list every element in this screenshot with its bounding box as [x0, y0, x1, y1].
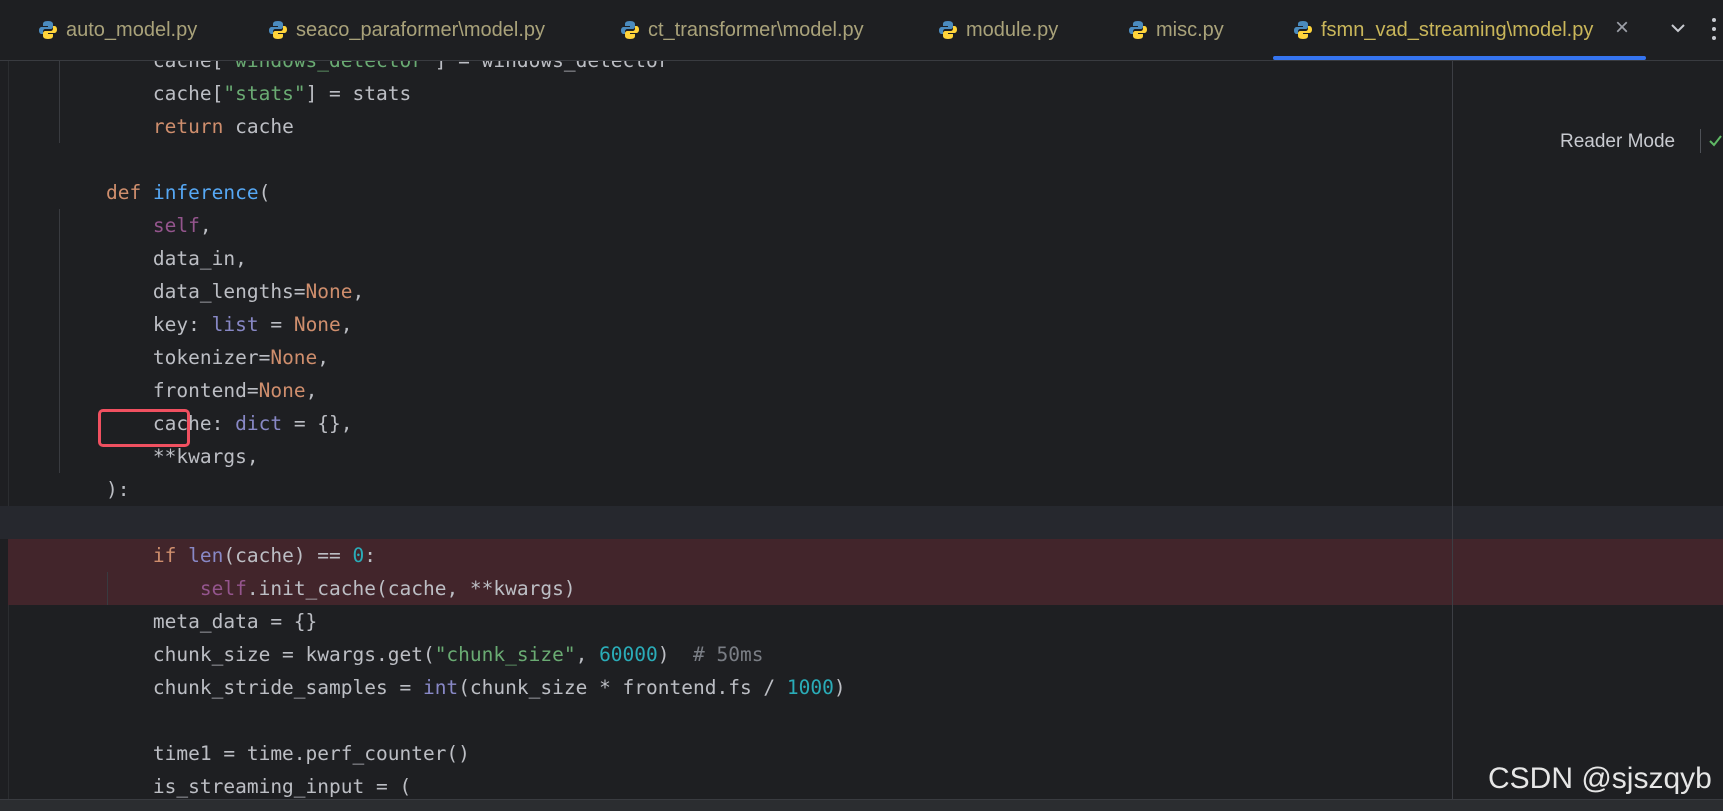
python-file-icon: [1294, 21, 1312, 39]
tab-label: auto_model.py: [66, 18, 198, 41]
tab-ct-transformer-model[interactable]: ct_transformer\model.py: [620, 0, 864, 60]
code-line: chunk_size = kwargs.get("chunk_size", 60…: [59, 643, 764, 666]
tab-seaco-paraformer-model[interactable]: seaco_paraformer\model.py: [268, 0, 545, 60]
code-line: self,: [152, 214, 212, 237]
indent-guide: [107, 572, 108, 605]
indent-guide: [59, 61, 60, 143]
tab-auto-model[interactable]: auto_model.py: [38, 0, 197, 60]
code-line: data_in,: [59, 247, 247, 270]
caret-line: [0, 506, 1723, 539]
code-line: **kwargs,: [59, 445, 259, 468]
watermark: CSDN @sjszqyb: [1488, 762, 1712, 795]
code-line: cache["stats"] = stats: [59, 82, 412, 105]
code-line: time1 = time.perf_counter(): [59, 742, 470, 765]
tab-label: seaco_paraformer\model.py: [296, 18, 546, 41]
code-line: cache: dict = {},: [59, 412, 353, 435]
close-icon[interactable]: ×: [1615, 14, 1629, 42]
code-line: tokenizer=None,: [59, 346, 330, 369]
breakpoint-line: self.init_cache(cache, **kwargs): [8, 572, 1723, 605]
editor-tab-bar: auto_model.py seaco_paraformer\model.py …: [0, 0, 1723, 61]
indent-guide: [59, 209, 60, 473]
divider: [1700, 129, 1701, 153]
python-file-icon: [269, 21, 287, 39]
python-file-icon: [1129, 21, 1147, 39]
tab-fsmn-vad-streaming-model[interactable]: fsmn_vad_streaming\model.py: [1293, 0, 1593, 60]
code-line: is_streaming_input = (: [59, 775, 412, 798]
check-icon: [1709, 135, 1722, 147]
python-file-icon: [621, 21, 639, 39]
code-line: ):: [59, 478, 130, 501]
right-margin-guide: [1452, 61, 1453, 799]
code-line: def inference(: [105, 181, 271, 204]
python-file-icon: [39, 21, 57, 39]
code-line: meta_data = {}: [59, 610, 318, 633]
tab-label: module.py: [966, 18, 1059, 41]
tab-label: fsmn_vad_streaming\model.py: [1321, 18, 1594, 41]
breakpoint-line: if len(cache) == 0:: [8, 539, 1723, 572]
active-tab-indicator: [1273, 56, 1646, 60]
code-line: data_lengths=None,: [59, 280, 365, 303]
tab-misc[interactable]: misc.py: [1128, 0, 1224, 60]
chevron-down-icon[interactable]: [1666, 16, 1690, 40]
code-line: return cache: [152, 115, 294, 138]
reader-mode-button[interactable]: Reader Mode: [1560, 131, 1675, 153]
more-vertical-icon[interactable]: [1712, 18, 1718, 44]
python-file-icon: [939, 21, 957, 39]
code-line: key: list = None,: [59, 313, 353, 336]
tab-module[interactable]: module.py: [938, 0, 1058, 60]
tab-label: ct_transformer\model.py: [648, 18, 864, 41]
code-editor[interactable]: cache["windows_detector"] = windows_dete…: [0, 61, 1723, 799]
annotation-highlight-box: [98, 409, 190, 447]
code-line: chunk_stride_samples = int(chunk_size * …: [59, 676, 846, 699]
status-bar: [0, 799, 1723, 811]
code-line: cache["windows_detector"] = windows_dete…: [0, 61, 1723, 77]
tab-label: misc.py: [1156, 18, 1224, 41]
code-line: frontend=None,: [59, 379, 318, 402]
